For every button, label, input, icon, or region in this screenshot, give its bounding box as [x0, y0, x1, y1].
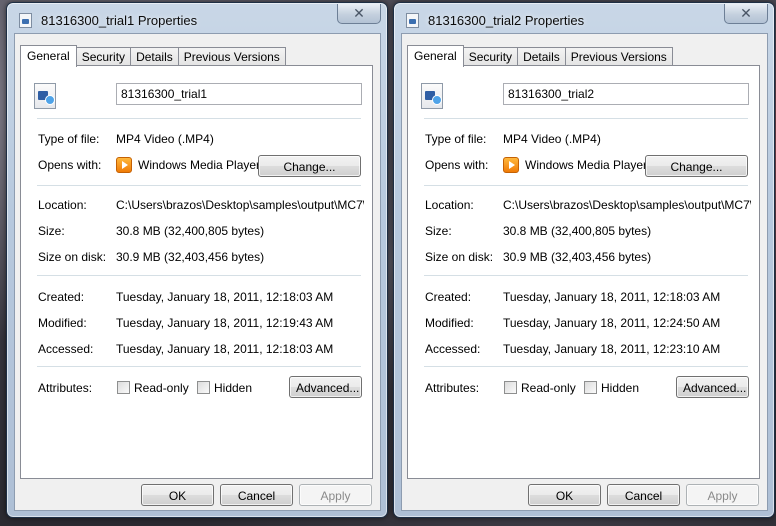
created-label: Created:: [425, 290, 472, 304]
title-bar[interactable]: 81316300_trial2 Properties ✕: [394, 3, 774, 33]
type-of-file-label: Type of file:: [38, 132, 100, 146]
accessed-label: Accessed:: [38, 342, 94, 356]
hidden-label: Hidden: [601, 381, 640, 395]
type-of-file-value: MP4 Video (.MP4): [116, 132, 214, 146]
dialog-client-area: General Security Details Previous Versio…: [14, 33, 381, 511]
video-file-icon: [34, 83, 56, 109]
opens-with-label: Opens with:: [38, 158, 102, 172]
accessed-value: Tuesday, January 18, 2011, 12:18:03 AM: [116, 342, 334, 356]
properties-window-trial1: 81316300_trial1 Properties ✕ General Sec…: [6, 2, 388, 518]
change-button[interactable]: Change...: [258, 155, 361, 177]
attributes-label: Attributes:: [38, 381, 93, 395]
tab-previous-versions[interactable]: Previous Versions: [564, 47, 673, 66]
advanced-button[interactable]: Advanced...: [676, 376, 749, 398]
windows-media-player-icon: [116, 157, 132, 173]
size-on-disk-label: Size on disk:: [38, 250, 107, 264]
cancel-button[interactable]: Cancel: [220, 484, 293, 506]
file-name-field[interactable]: [116, 83, 362, 105]
type-of-file-value: MP4 Video (.MP4): [503, 132, 601, 146]
video-file-icon: [19, 13, 32, 28]
divider: [424, 118, 748, 119]
divider: [37, 275, 361, 276]
change-button[interactable]: Change...: [645, 155, 748, 177]
video-file-icon: [406, 13, 419, 28]
tab-strip: General Security Details Previous Versio…: [407, 44, 673, 67]
size-value: 30.8 MB (32,400,805 bytes): [116, 224, 265, 238]
modified-label: Modified:: [425, 316, 474, 330]
modified-value: Tuesday, January 18, 2011, 12:24:50 AM: [503, 316, 721, 330]
created-value: Tuesday, January 18, 2011, 12:18:03 AM: [116, 290, 334, 304]
video-file-icon: [421, 83, 443, 109]
divider: [37, 185, 361, 186]
location-label: Location:: [425, 198, 474, 212]
size-label: Size:: [425, 224, 452, 238]
tab-details[interactable]: Details: [517, 47, 566, 66]
location-label: Location:: [38, 198, 87, 212]
divider: [424, 366, 748, 367]
tab-details[interactable]: Details: [130, 47, 179, 66]
size-on-disk-value: 30.9 MB (32,403,456 bytes): [503, 250, 652, 264]
created-label: Created:: [38, 290, 85, 304]
advanced-button[interactable]: Advanced...: [289, 376, 362, 398]
general-tab-panel: Type of file: MP4 Video (.MP4) Opens wit…: [20, 65, 373, 479]
size-value: 30.8 MB (32,400,805 bytes): [503, 224, 652, 238]
tab-previous-versions[interactable]: Previous Versions: [177, 47, 286, 66]
general-tab-panel: Type of file: MP4 Video (.MP4) Opens wit…: [407, 65, 760, 479]
tab-security[interactable]: Security: [462, 47, 519, 66]
created-value: Tuesday, January 18, 2011, 12:18:03 AM: [503, 290, 721, 304]
tab-general[interactable]: General: [20, 45, 77, 67]
properties-window-trial2: 81316300_trial2 Properties ✕ General Sec…: [393, 2, 775, 518]
opens-with-value: Windows Media Player: [138, 158, 261, 172]
opens-with-value: Windows Media Player: [525, 158, 648, 172]
divider: [37, 366, 361, 367]
divider: [424, 275, 748, 276]
divider: [424, 185, 748, 186]
size-on-disk-value: 30.9 MB (32,403,456 bytes): [116, 250, 265, 264]
modified-value: Tuesday, January 18, 2011, 12:19:43 AM: [116, 316, 334, 330]
read-only-label: Read-only: [134, 381, 189, 395]
windows-media-player-icon: [503, 157, 519, 173]
location-value: C:\Users\brazos\Desktop\samples\output\M…: [503, 198, 751, 212]
ok-button[interactable]: OK: [528, 484, 601, 506]
size-label: Size:: [38, 224, 65, 238]
dialog-client-area: General Security Details Previous Versio…: [401, 33, 768, 511]
tab-security[interactable]: Security: [75, 47, 132, 66]
attributes-label: Attributes:: [425, 381, 480, 395]
location-value: C:\Users\brazos\Desktop\samples\output\M…: [116, 198, 364, 212]
file-name-field[interactable]: [503, 83, 749, 105]
window-title: 81316300_trial1 Properties: [41, 13, 198, 28]
accessed-label: Accessed:: [425, 342, 481, 356]
apply-button[interactable]: Apply: [299, 484, 372, 506]
opens-with-label: Opens with:: [425, 158, 489, 172]
title-bar[interactable]: 81316300_trial1 Properties ✕: [7, 3, 387, 33]
apply-button[interactable]: Apply: [686, 484, 759, 506]
read-only-label: Read-only: [521, 381, 576, 395]
divider: [37, 118, 361, 119]
type-of-file-label: Type of file:: [425, 132, 487, 146]
cancel-button[interactable]: Cancel: [607, 484, 680, 506]
read-only-checkbox[interactable]: [504, 381, 517, 394]
tab-general[interactable]: General: [407, 45, 464, 67]
modified-label: Modified:: [38, 316, 87, 330]
read-only-checkbox[interactable]: [117, 381, 130, 394]
size-on-disk-label: Size on disk:: [425, 250, 494, 264]
accessed-value: Tuesday, January 18, 2011, 12:23:10 AM: [503, 342, 721, 356]
hidden-label: Hidden: [214, 381, 253, 395]
hidden-checkbox[interactable]: [197, 381, 210, 394]
close-button[interactable]: ✕: [337, 4, 381, 24]
ok-button[interactable]: OK: [141, 484, 214, 506]
close-button[interactable]: ✕: [724, 4, 768, 24]
hidden-checkbox[interactable]: [584, 381, 597, 394]
window-title: 81316300_trial2 Properties: [428, 13, 585, 28]
tab-strip: General Security Details Previous Versio…: [20, 44, 286, 67]
